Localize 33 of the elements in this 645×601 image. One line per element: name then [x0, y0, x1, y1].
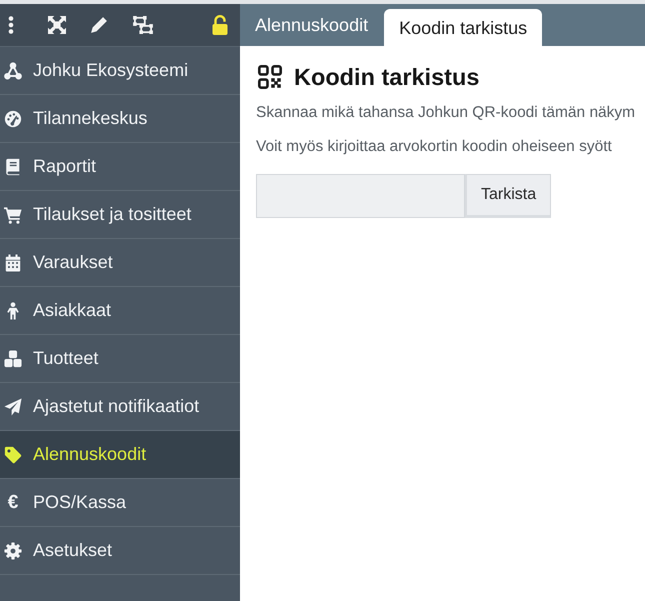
sidebar-item[interactable]: Asiakkaat — [0, 287, 240, 335]
tab[interactable]: Alennuskoodit — [240, 4, 384, 46]
calendar-icon — [4, 254, 22, 272]
expand-icon[interactable] — [48, 16, 66, 34]
sidebar-item[interactable]: Asetukset — [0, 527, 240, 575]
more-vertical-icon[interactable] — [8, 16, 14, 34]
sidebar-item[interactable]: Tilannekeskus — [0, 95, 240, 143]
network-icon — [4, 62, 22, 80]
pencil-icon[interactable] — [90, 16, 108, 34]
ungroup-icon[interactable] — [132, 16, 154, 34]
page-title: Koodin tarkistus — [294, 63, 480, 92]
check-button[interactable]: Tarkista — [465, 174, 552, 218]
padlock-icon[interactable] — [212, 15, 228, 35]
euro-icon: € — [4, 492, 22, 512]
sidebar-item[interactable]: Johku Ekosysteemi — [0, 47, 240, 95]
cubes-icon — [4, 350, 22, 368]
book-icon — [4, 158, 22, 176]
tag-icon — [4, 446, 22, 464]
gear-icon — [4, 542, 22, 560]
instruction-text: Skannaa mikä tahansa Johkun QR-koodi tämän näkym — [256, 103, 636, 123]
sidebar-item[interactable]: Tilaukset ja tositteet — [0, 191, 240, 239]
sidebar-item[interactable]: Alennuskoodit — [0, 431, 240, 479]
cart-icon — [4, 206, 22, 224]
paper-plane-icon — [4, 398, 22, 416]
sidebar-item[interactable]: Raportit — [0, 143, 240, 191]
instruction-text: Voit myös kirjoittaa arvokortin koodin oheiseen syött — [256, 137, 613, 157]
tab[interactable]: Koodin tarkistus — [384, 9, 542, 46]
gauge-icon — [4, 110, 22, 128]
sidebar-item[interactable]: Tuotteet — [0, 335, 240, 383]
qr-code-icon — [258, 65, 282, 89]
code-input-field[interactable] — [256, 174, 465, 218]
sidebar-item[interactable]: Varaukset — [0, 239, 240, 287]
sidebar-item[interactable]: € POS/Kassa — [0, 479, 240, 527]
